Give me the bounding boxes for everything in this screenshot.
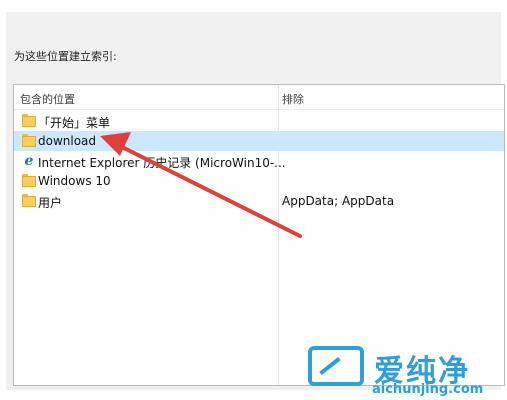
column-header-included-locations[interactable]: 包含的位置	[20, 91, 75, 107]
location-name: 用户	[38, 196, 63, 210]
column-header-exclude[interactable]: 排除	[282, 91, 304, 107]
list-header: 包含的位置 排除	[14, 85, 504, 110]
list-item-users[interactable]: 用户 AppData; AppData	[14, 191, 504, 211]
watermark: 爱纯净 aichunjing.com	[308, 346, 500, 398]
folder-icon	[22, 114, 36, 128]
index-locations-caption: 为这些位置建立索引:	[14, 50, 117, 63]
location-name: Internet Explorer 历史记录 (MicroWin10-...	[38, 156, 286, 170]
watermark-url: aichunjing.com	[372, 382, 484, 397]
location-exclude: AppData; AppData	[282, 194, 395, 208]
watermark-logo-icon	[308, 346, 364, 386]
location-name: 「开始」菜单	[38, 116, 111, 130]
location-name: Windows 10	[38, 174, 111, 188]
folder-icon	[22, 194, 36, 208]
list-item-download[interactable]: download	[14, 131, 504, 151]
list-item-start-menu[interactable]: 「开始」菜单	[14, 111, 504, 131]
folder-icon	[22, 174, 36, 188]
folder-icon	[22, 134, 36, 148]
index-locations-list[interactable]: 包含的位置 排除 「开始」菜单 download e Internet Expl…	[13, 84, 505, 386]
list-item-windows-10[interactable]: Windows 10	[14, 171, 504, 191]
internet-explorer-icon: e	[24, 153, 34, 169]
location-name: download	[38, 134, 97, 148]
list-item-ie-history[interactable]: e Internet Explorer 历史记录 (MicroWin10-...	[14, 151, 504, 171]
